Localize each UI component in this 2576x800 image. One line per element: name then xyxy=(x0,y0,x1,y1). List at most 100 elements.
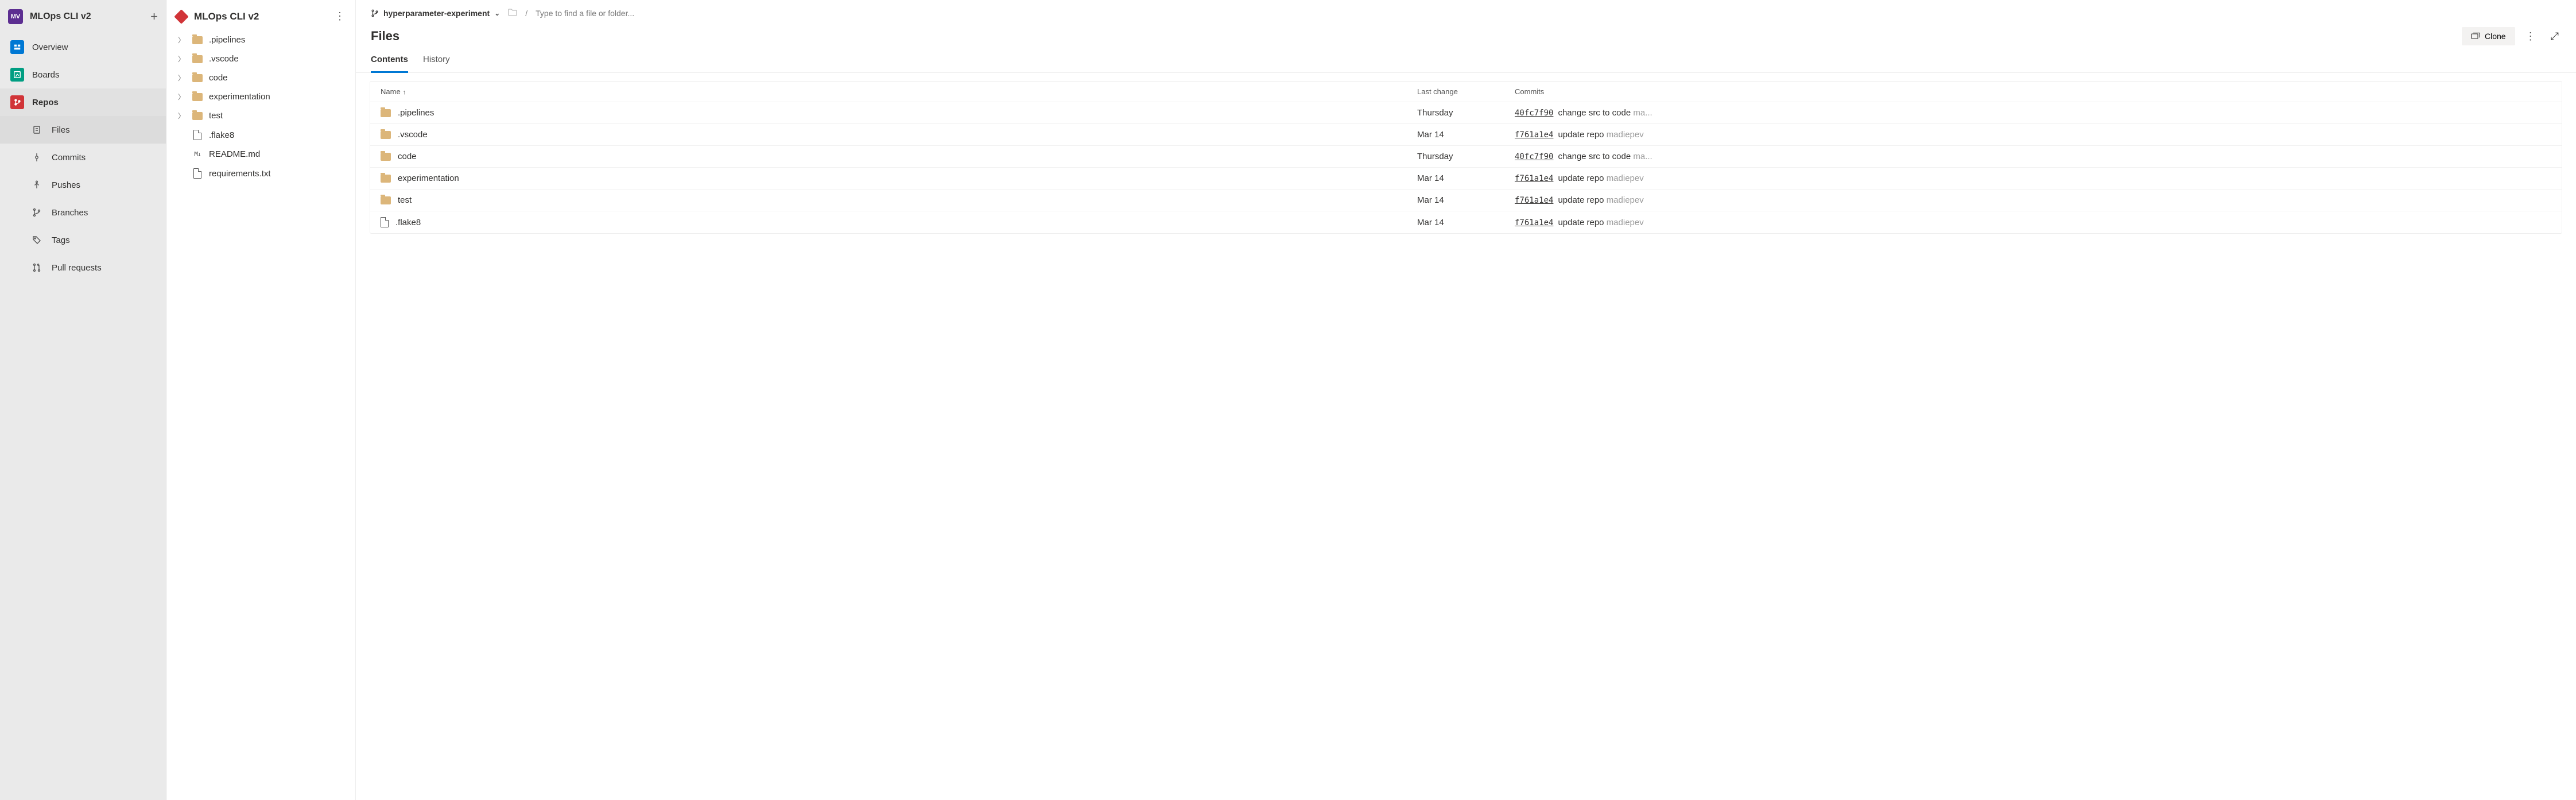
tree-item[interactable]: 〉 code xyxy=(166,68,355,87)
chevron-right-icon[interactable]: 〉 xyxy=(177,54,186,64)
project-header: MV MLOps CLI v2 + xyxy=(0,3,166,33)
row-name: .vscode xyxy=(398,130,428,140)
row-name: experimentation xyxy=(398,173,459,183)
fullscreen-icon[interactable]: ⤢ xyxy=(2548,28,2561,45)
commit-author: madiepev xyxy=(1607,130,1644,140)
repo-icon xyxy=(174,11,188,22)
page-title: Files xyxy=(371,29,399,44)
table-row[interactable]: .flake8Mar 14f761a1e4update repo madiepe… xyxy=(370,211,2562,233)
commit-hash-link[interactable]: f761a1e4 xyxy=(1515,196,1553,205)
tree-item-name: code xyxy=(209,73,228,83)
more-actions-icon[interactable]: ⋮ xyxy=(2521,28,2540,45)
commit-message: update repo madiepev xyxy=(1558,130,1643,140)
commit-hash-link[interactable]: f761a1e4 xyxy=(1515,130,1553,140)
tree-item-name: .flake8 xyxy=(209,130,234,140)
nav-label: Pull requests xyxy=(52,263,102,273)
folder-icon xyxy=(192,112,203,120)
repo-picker[interactable]: MLOps CLI v2 xyxy=(174,11,259,22)
tree-item-name: .vscode xyxy=(209,54,239,64)
pushes-icon xyxy=(30,178,44,192)
col-name-label: Name xyxy=(381,87,401,96)
breadcrumb-bar: hyperparameter-experiment ⌄ / xyxy=(356,0,2576,22)
folder-icon xyxy=(192,36,203,44)
folder-icon xyxy=(192,74,203,82)
nav-commits[interactable]: Commits xyxy=(0,144,166,171)
tree-item[interactable]: 〉experimentation xyxy=(166,87,355,106)
branch-picker[interactable]: hyperparameter-experiment ⌄ xyxy=(371,9,500,18)
tree-item-name: .pipelines xyxy=(209,35,245,45)
commit-hash-link[interactable]: 40fc7f90 xyxy=(1515,152,1553,161)
row-last-change: Mar 14 xyxy=(1417,173,1515,183)
row-last-change: Thursday xyxy=(1417,108,1515,118)
tree-item[interactable]: 〉 .pipelines xyxy=(166,30,355,49)
row-name: .flake8 xyxy=(395,218,421,227)
file-icon xyxy=(193,168,201,179)
chevron-right-icon[interactable]: 〉 xyxy=(177,73,186,83)
tree-item-name: test xyxy=(209,111,223,121)
repo-name: MLOps CLI v2 xyxy=(194,11,259,22)
nav-tags[interactable]: Tags xyxy=(0,226,166,254)
tags-icon xyxy=(30,233,44,247)
tree-item-name: requirements.txt xyxy=(209,169,271,179)
commit-author: madiepev xyxy=(1607,218,1644,227)
commit-hash-link[interactable]: f761a1e4 xyxy=(1515,218,1553,227)
commit-author: madiepev xyxy=(1607,173,1644,183)
repo-tree-more-icon[interactable]: ⋮ xyxy=(335,10,345,22)
title-actions: Clone ⋮ ⤢ xyxy=(2462,27,2561,45)
boards-icon xyxy=(10,68,24,82)
tab-contents[interactable]: Contents xyxy=(371,49,408,73)
table-row[interactable]: .pipelinesThursday40fc7f90change src to … xyxy=(370,102,2562,123)
col-commits[interactable]: Commits xyxy=(1515,87,2551,96)
chevron-down-icon: ⌄ xyxy=(494,9,500,17)
folder-icon xyxy=(381,153,391,161)
file-icon xyxy=(381,217,389,227)
commit-message: change src to code ma... xyxy=(1558,152,1652,161)
nav-files[interactable]: Files xyxy=(0,116,166,144)
nav-pushes[interactable]: Pushes xyxy=(0,171,166,199)
breadcrumb-folder-icon[interactable] xyxy=(508,8,517,18)
nav-pr[interactable]: Pull requests xyxy=(0,254,166,281)
clone-button-label: Clone xyxy=(2485,32,2506,41)
nav-label: Overview xyxy=(32,42,68,52)
commit-message: update repo madiepev xyxy=(1558,195,1643,205)
nav-overview[interactable]: Overview xyxy=(0,33,166,61)
tree-item[interactable]: 〉 test xyxy=(166,106,355,125)
file-icon xyxy=(193,130,201,140)
table-row[interactable]: experimentationMar 14f761a1e4update repo… xyxy=(370,167,2562,189)
table-row[interactable]: codeThursday40fc7f90change src to code m… xyxy=(370,145,2562,167)
table-row[interactable]: testMar 14f761a1e4update repo madiepev xyxy=(370,189,2562,211)
clone-button[interactable]: Clone xyxy=(2462,27,2515,45)
nav-label: Commits xyxy=(52,153,86,163)
nav-branches[interactable]: Branches xyxy=(0,199,166,226)
table-row[interactable]: .vscode Mar 14f761a1e4 update repo madiepe… xyxy=(370,123,2562,145)
project-avatar: MV xyxy=(8,9,23,24)
path-search-input[interactable] xyxy=(536,9,2561,18)
repos-icon xyxy=(10,95,24,109)
tab-history[interactable]: History xyxy=(423,49,450,73)
chevron-right-icon[interactable]: 〉 xyxy=(177,35,186,45)
add-icon[interactable]: + xyxy=(150,10,158,23)
row-last-change: Thursday xyxy=(1417,152,1515,161)
folder-icon xyxy=(381,196,391,204)
tree-item[interactable]: 〉requirements.txt xyxy=(166,164,355,183)
col-name[interactable]: Name↑ xyxy=(381,87,1417,96)
nav-label: Pushes xyxy=(52,180,80,190)
nav-repos[interactable]: Repos xyxy=(0,88,166,116)
commit-hash-link[interactable]: f761a1e4 xyxy=(1515,174,1553,183)
commit-message: update repo madiepev xyxy=(1558,218,1643,227)
nav-label: Files xyxy=(52,125,70,135)
clone-icon xyxy=(2471,32,2480,40)
row-last-change: Mar 14 xyxy=(1417,130,1515,140)
tree-item[interactable]: 〉 .vscode xyxy=(166,49,355,68)
project-header-left[interactable]: MV MLOps CLI v2 xyxy=(8,9,91,24)
nav-label: Tags xyxy=(52,235,70,245)
chevron-right-icon[interactable]: 〉 xyxy=(177,92,186,102)
col-lastchange[interactable]: Last change xyxy=(1417,87,1515,96)
commit-hash-link[interactable]: 40fc7f90 xyxy=(1515,109,1553,118)
nav-boards[interactable]: Boards xyxy=(0,61,166,88)
chevron-right-icon[interactable]: 〉 xyxy=(177,111,186,121)
row-name: .pipelines xyxy=(398,108,434,118)
tree-item[interactable]: 〉M↓README.md xyxy=(166,145,355,164)
tree-item[interactable]: 〉.flake8 xyxy=(166,125,355,145)
breadcrumb-separator: / xyxy=(525,9,527,18)
